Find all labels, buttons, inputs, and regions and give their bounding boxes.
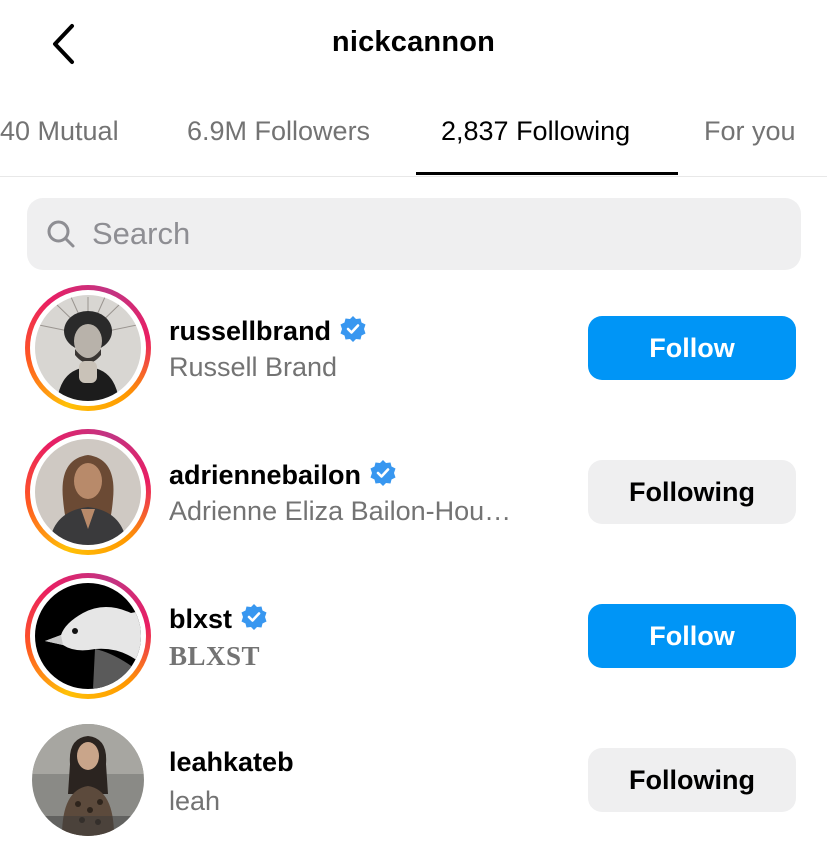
avatar[interactable] <box>25 573 151 699</box>
username[interactable]: leahkateb <box>169 747 294 778</box>
username[interactable]: blxst <box>169 603 268 635</box>
avatar[interactable] <box>25 285 151 411</box>
follow-button[interactable]: Follow <box>588 316 796 380</box>
full-name: BLXST <box>169 641 261 671</box>
full-name: Adrienne Eliza Bailon-Hou… <box>169 496 512 526</box>
tab-followers[interactable]: 6.9M Followers <box>187 116 370 147</box>
list-item[interactable]: blxst BLXST Follow <box>0 570 827 710</box>
avatar-photo <box>35 439 141 545</box>
tab-for-you[interactable]: For you <box>704 116 796 147</box>
search-icon <box>47 220 75 248</box>
active-tab-indicator <box>416 172 678 175</box>
following-button[interactable]: Following <box>588 460 796 524</box>
list-item[interactable]: adriennebailon Adrienne Eliza Bailon-Hou… <box>0 426 827 566</box>
verified-badge-icon <box>340 316 366 342</box>
avatar-photo <box>32 724 144 836</box>
search-input[interactable] <box>92 212 692 256</box>
verified-badge-icon <box>241 604 267 630</box>
follow-button[interactable]: Follow <box>588 604 796 668</box>
page-title: nickcannon <box>331 26 496 58</box>
full-name: Russell Brand <box>169 352 338 382</box>
verified-badge-icon <box>370 460 396 486</box>
list-item[interactable]: leahkateb leah Following <box>0 714 827 854</box>
top-bar: nickcannon <box>0 0 827 90</box>
avatar-photo <box>35 583 141 689</box>
list-item[interactable]: russellbrand Russell Brand Follow <box>0 282 827 422</box>
username[interactable]: russellbrand <box>169 315 367 347</box>
following-button[interactable]: Following <box>588 748 796 812</box>
avatar[interactable] <box>32 724 144 836</box>
tab-bar: 40 Mutual 6.9M Followers 2,837 Following… <box>0 100 827 177</box>
avatar-photo <box>35 295 141 401</box>
tab-following[interactable]: 2,837 Following <box>441 116 630 147</box>
username[interactable]: adriennebailon <box>169 459 397 491</box>
avatar[interactable] <box>25 429 151 555</box>
full-name: leah <box>169 786 221 816</box>
tab-mutual[interactable]: 40 Mutual <box>0 116 119 147</box>
